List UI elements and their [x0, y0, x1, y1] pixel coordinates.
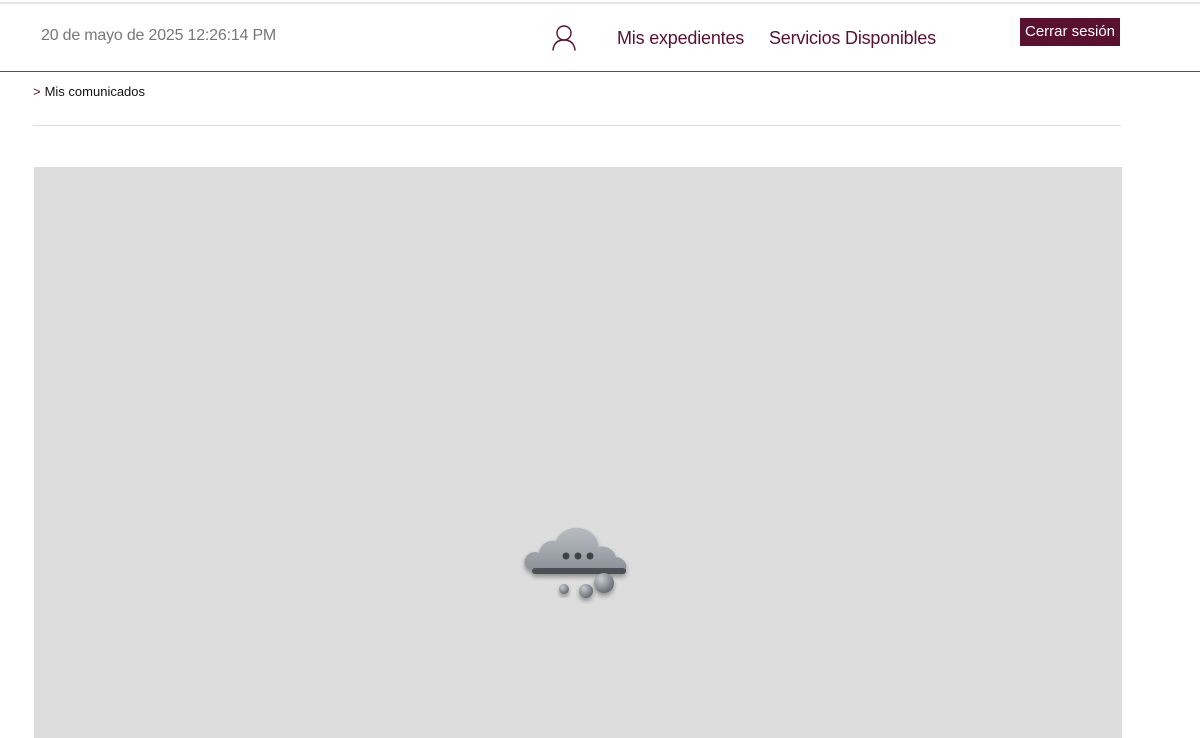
header: 20 de mayo de 2025 12:26:14 PM Mis exped…: [0, 4, 1200, 72]
user-icon[interactable]: [551, 24, 577, 52]
logout-button[interactable]: Cerrar sesión: [1020, 18, 1121, 46]
nav-mis-expedientes[interactable]: Mis expedientes: [617, 28, 744, 49]
header-border: [0, 71, 1200, 72]
breadcrumb-separator: >: [33, 84, 41, 99]
cloud-loading-icon: [518, 511, 642, 607]
content-panel: [34, 167, 1122, 738]
breadcrumb-item-mis-comunicados[interactable]: Mis comunicados: [45, 84, 145, 99]
breadcrumb-divider: [33, 125, 1121, 126]
breadcrumb: > Mis comunicados: [33, 84, 145, 99]
page: 20 de mayo de 2025 12:26:14 PM Mis exped…: [0, 0, 1200, 738]
current-datetime: 20 de mayo de 2025 12:26:14 PM: [41, 27, 277, 44]
nav-servicios-disponibles[interactable]: Servicios Disponibles: [769, 28, 936, 49]
